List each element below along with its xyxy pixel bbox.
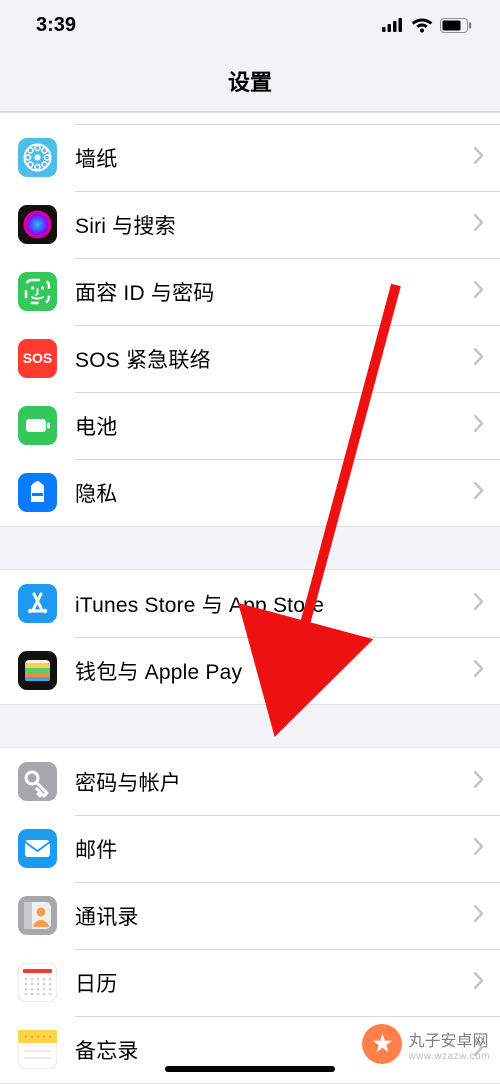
battery-icon bbox=[440, 18, 472, 33]
svg-text:SOS: SOS bbox=[23, 350, 53, 366]
status-time: 3:39 bbox=[36, 14, 382, 37]
status-indicators bbox=[382, 17, 472, 33]
row-label: 面容 ID 与密码 bbox=[75, 277, 214, 307]
row-wallet[interactable]: 钱包与 Apple Pay bbox=[0, 637, 500, 704]
settings-group: 辅助功能墙纸 Siri 与搜索面容 ID 与密码 SOS SOS 紧急联络电池隐私 bbox=[0, 112, 500, 527]
row-label: 通讯录 bbox=[75, 901, 139, 931]
chevron-right-icon bbox=[474, 348, 484, 370]
row-calendar[interactable]: 日历 bbox=[0, 949, 500, 1016]
row-siri[interactable]: Siri 与搜索 bbox=[0, 191, 500, 258]
chevron-right-icon bbox=[474, 593, 484, 615]
row-faceid[interactable]: 面容 ID 与密码 bbox=[0, 258, 500, 325]
sos-icon: SOS bbox=[18, 339, 57, 378]
contacts-icon bbox=[18, 896, 57, 935]
row-passwords[interactable]: 密码与帐户 bbox=[0, 748, 500, 815]
nav-bar: 设置 bbox=[0, 50, 500, 112]
row-label: 隐私 bbox=[75, 478, 117, 508]
watermark-url: www.wzazw.com bbox=[408, 1051, 490, 1062]
chevron-right-icon bbox=[474, 660, 484, 682]
calendar-icon bbox=[18, 963, 57, 1002]
row-privacy[interactable]: 隐私 bbox=[0, 459, 500, 526]
row-sos[interactable]: SOS SOS 紧急联络 bbox=[0, 325, 500, 392]
settings-list[interactable]: 辅助功能墙纸 Siri 与搜索面容 ID 与密码 SOS SOS 紧急联络电池隐私 iT… bbox=[0, 112, 500, 1084]
row-contacts[interactable]: 通讯录 bbox=[0, 882, 500, 949]
status-bar: 3:39 bbox=[0, 0, 500, 50]
row-accessibility[interactable]: 辅助功能 bbox=[0, 112, 500, 124]
row-label: Siri 与搜索 bbox=[75, 210, 176, 240]
faceid-icon bbox=[18, 272, 57, 311]
chevron-right-icon bbox=[474, 147, 484, 169]
row-wallpaper[interactable]: 墙纸 bbox=[0, 124, 500, 191]
row-label: 邮件 bbox=[75, 834, 117, 864]
watermark-brand: 丸子安卓网 bbox=[408, 1027, 490, 1051]
row-label: 备忘录 bbox=[75, 1035, 139, 1065]
chevron-right-icon bbox=[474, 905, 484, 927]
chevron-right-icon bbox=[474, 281, 484, 303]
watermark: ★ 丸子安卓网 www.wzazw.com bbox=[362, 1024, 490, 1064]
row-battery[interactable]: 电池 bbox=[0, 392, 500, 459]
battery-icon bbox=[18, 406, 57, 445]
page-title: 设置 bbox=[228, 65, 272, 97]
wallet-icon bbox=[18, 651, 57, 690]
key-icon bbox=[18, 762, 57, 801]
row-mail[interactable]: 邮件 bbox=[0, 815, 500, 882]
chevron-right-icon bbox=[474, 214, 484, 236]
mail-icon bbox=[18, 829, 57, 868]
appstore-icon bbox=[18, 584, 57, 623]
cellular-icon bbox=[382, 18, 404, 32]
chevron-right-icon bbox=[474, 838, 484, 860]
home-indicator[interactable] bbox=[165, 1066, 335, 1072]
watermark-badge: ★ bbox=[362, 1024, 402, 1064]
siri-icon bbox=[18, 205, 57, 244]
row-label: iTunes Store 与 App Store bbox=[75, 589, 324, 619]
row-label: 密码与帐户 bbox=[75, 767, 181, 797]
chevron-right-icon bbox=[474, 771, 484, 793]
row-label: 日历 bbox=[75, 968, 117, 998]
notes-icon bbox=[18, 1030, 57, 1069]
row-label: 钱包与 Apple Pay bbox=[75, 656, 242, 686]
privacy-icon bbox=[18, 473, 57, 512]
settings-group: iTunes Store 与 App Store 钱包与 Apple Pay bbox=[0, 569, 500, 705]
wifi-icon bbox=[411, 17, 433, 33]
chevron-right-icon bbox=[474, 415, 484, 437]
row-label: SOS 紧急联络 bbox=[75, 344, 211, 374]
chevron-right-icon bbox=[474, 482, 484, 504]
row-itunes[interactable]: iTunes Store 与 App Store bbox=[0, 570, 500, 637]
row-label: 电池 bbox=[75, 411, 117, 441]
wallpaper-icon bbox=[18, 138, 57, 177]
chevron-right-icon bbox=[474, 972, 484, 994]
row-label: 墙纸 bbox=[75, 143, 117, 173]
